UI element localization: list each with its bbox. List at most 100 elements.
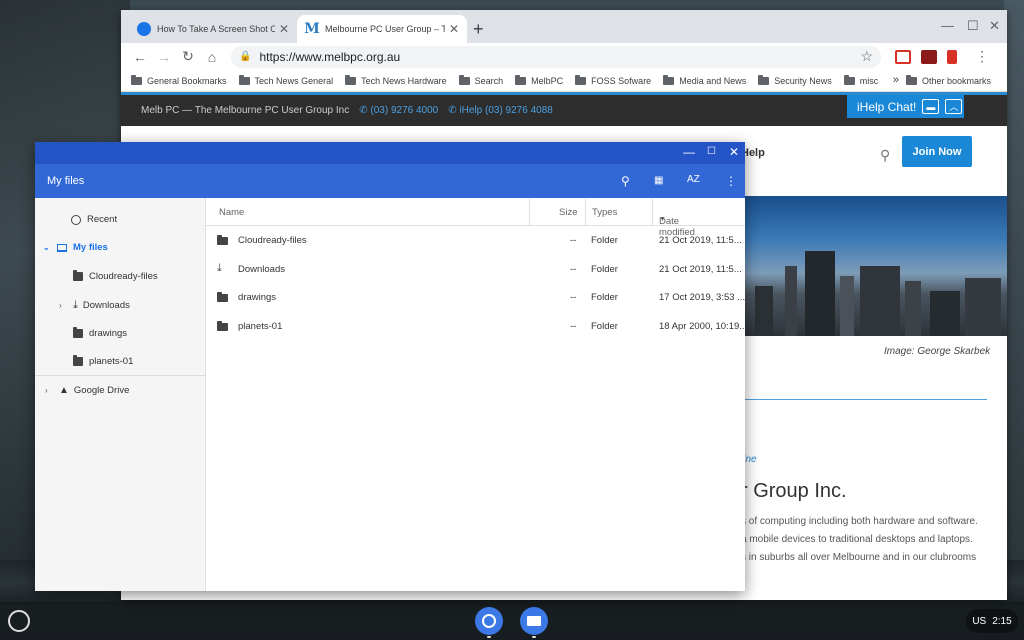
maximize-icon[interactable]: ☐ — [707, 146, 716, 157]
other-bookmarks[interactable]: Other bookmarks — [905, 75, 991, 86]
join-now-button[interactable]: Join Now — [902, 136, 972, 167]
files-sidebar: Recent ⌄ My files Cloudready-files › ⤓ Down… — [35, 198, 206, 591]
home-icon[interactable]: ⌂ — [201, 49, 223, 65]
chrome-app-icon[interactable] — [475, 607, 503, 635]
file-row[interactable]: Cloudready-files -- Folder 21 Oct 2019, … — [206, 226, 745, 255]
phone-link[interactable]: ✆ (03) 9276 4000 — [359, 105, 438, 116]
launcher-button[interactable] — [8, 610, 30, 632]
file-type: Folder — [591, 320, 618, 332]
forward-icon[interactable]: → — [153, 49, 175, 65]
page-heading: r Group Inc. — [741, 480, 847, 502]
folder-icon — [843, 74, 855, 85]
body-text-line: a mobile devices to traditional desktops… — [741, 534, 973, 545]
bookmark-folder[interactable]: General Bookmarks — [131, 74, 227, 86]
chevron-down-icon[interactable]: ⌄ — [43, 243, 51, 252]
tab-title: Melbourne PC User Group – The — [325, 24, 445, 34]
close-window-icon[interactable]: ✕ — [989, 18, 1000, 34]
chat-bubble-icon[interactable]: ▬ — [922, 99, 940, 114]
sidebar-item-downloads[interactable]: › ⤓ Downloads — [59, 299, 130, 312]
grid-view-icon[interactable]: ▦ — [654, 175, 663, 186]
breadcrumb[interactable]: My files — [47, 175, 84, 187]
sort-descending-icon: ▼ — [659, 216, 666, 223]
file-name: Cloudready-files — [238, 235, 307, 246]
close-tab-icon[interactable]: ✕ — [449, 22, 459, 36]
search-icon[interactable]: ⚲ — [880, 147, 890, 164]
extension-calendar-icon[interactable] — [895, 49, 911, 64]
folder-icon — [758, 74, 770, 85]
folder-icon — [515, 74, 527, 85]
column-header-name[interactable]: Name — [219, 207, 244, 218]
reload-icon[interactable]: ↻ — [177, 48, 199, 65]
bookmark-folder[interactable]: misc — [843, 74, 878, 86]
folder-icon — [905, 75, 917, 85]
file-size: -- — [570, 263, 577, 275]
file-list: Name Size Types Date modified ▼ Cloudrea… — [206, 198, 745, 591]
file-size: -- — [570, 235, 577, 246]
more-options-icon[interactable]: ⋮ — [725, 174, 737, 188]
column-header-type[interactable]: Types — [592, 207, 617, 218]
tab-strip: How To Take A Screen Shot On C ✕ M Melbo… — [121, 10, 1007, 43]
sidebar-item-cloudready-files[interactable]: Cloudready-files — [73, 270, 158, 282]
column-header-size[interactable]: Size — [559, 207, 577, 218]
search-icon[interactable]: ⚲ — [621, 174, 630, 188]
file-row[interactable]: ⤓ Downloads -- Folder 21 Oct 2019, 11:5.… — [206, 255, 745, 284]
bookmark-folder[interactable]: Search — [458, 74, 503, 86]
folder-icon — [131, 74, 142, 85]
tab-screenshot-howto[interactable]: How To Take A Screen Shot On C ✕ — [129, 15, 297, 43]
file-row[interactable]: drawings -- Folder 17 Oct 2019, 3:53 ... — [206, 283, 745, 312]
file-row[interactable]: planets-01 -- Folder 18 Apr 2000, 10:19.… — [206, 312, 745, 341]
chrome-menu-icon[interactable]: ⋮ — [975, 48, 989, 65]
file-type: Folder — [591, 263, 618, 275]
sidebar-item-planets-01[interactable]: planets-01 — [73, 355, 133, 367]
close-window-icon[interactable]: ✕ — [729, 145, 739, 159]
new-tab-button[interactable]: + — [473, 19, 484, 40]
maximize-icon[interactable]: ☐ — [967, 18, 979, 34]
extension-pdf-icon[interactable] — [947, 49, 957, 64]
file-size: -- — [570, 292, 577, 303]
bookmarks-bar: General Bookmarks Tech News General Tech… — [121, 70, 1007, 92]
bookmark-folder[interactable]: MelbPC — [515, 74, 563, 86]
bookmark-folder[interactable]: Media and News — [663, 74, 746, 86]
more-bookmarks-chevron[interactable]: » — [893, 74, 899, 86]
file-date: 18 Apr 2000, 10:19... — [659, 320, 745, 332]
chevron-right-icon[interactable]: › — [59, 301, 67, 310]
close-tab-icon[interactable]: ✕ — [279, 22, 289, 36]
bookmark-folder[interactable]: FOSS Sofware — [575, 74, 651, 86]
bookmark-folder[interactable]: Tech News General — [238, 74, 333, 86]
url-host: www.melbpc.org.au — [295, 49, 401, 64]
url-prefix: https:// — [259, 49, 296, 64]
folder-icon — [663, 74, 675, 85]
file-type: Folder — [591, 292, 618, 303]
file-date: 17 Oct 2019, 3:53 ... — [659, 292, 745, 303]
file-size: -- — [570, 320, 577, 332]
ihelp-phone-link[interactable]: ✆ iHelp (03) 9276 4088 — [448, 105, 553, 116]
sidebar-item-my-files[interactable]: ⌄ My files — [43, 242, 108, 253]
tab-title: How To Take A Screen Shot On C — [157, 24, 275, 34]
sidebar-divider — [35, 375, 206, 376]
bookmark-folder[interactable]: Tech News Hardware — [345, 74, 447, 86]
back-icon[interactable]: ← — [129, 49, 151, 65]
chevron-up-icon[interactable]: ︿ — [945, 99, 963, 114]
files-app-icon[interactable] — [520, 607, 548, 635]
minimize-icon[interactable]: — — [941, 18, 954, 33]
folder-icon — [575, 74, 587, 85]
tab-melbpc[interactable]: M Melbourne PC User Group – The ✕ — [297, 15, 467, 43]
minimize-icon[interactable]: — — [683, 145, 695, 159]
ihelp-chat-button[interactable]: iHelp Chat! ▬ ︿ — [847, 95, 964, 118]
file-date: 21 Oct 2019, 11:5... — [659, 263, 742, 275]
address-bar[interactable]: 🔒 https://www.melbpc.org.au ☆ — [231, 45, 881, 68]
wallpaper-mountain-right — [1004, 0, 1024, 600]
chevron-right-icon[interactable]: › — [45, 386, 53, 395]
bookmark-folder[interactable]: Security News — [758, 74, 832, 86]
running-indicator — [532, 636, 536, 638]
sidebar-item-google-drive[interactable]: › ▲ Google Drive — [45, 385, 129, 396]
sidebar-item-recent[interactable]: Recent — [57, 214, 117, 225]
image-caption: Image: George Skarbek — [884, 346, 991, 357]
clock-icon — [71, 214, 81, 225]
bookmark-star-icon[interactable]: ☆ — [860, 48, 873, 65]
google-drive-icon: ▲ — [59, 385, 69, 396]
status-tray[interactable]: US 2:15 — [966, 609, 1018, 633]
extension-ublock-icon[interactable] — [921, 49, 937, 64]
sort-icon[interactable]: AZ — [687, 174, 700, 185]
sidebar-item-drawings[interactable]: drawings — [73, 327, 127, 339]
